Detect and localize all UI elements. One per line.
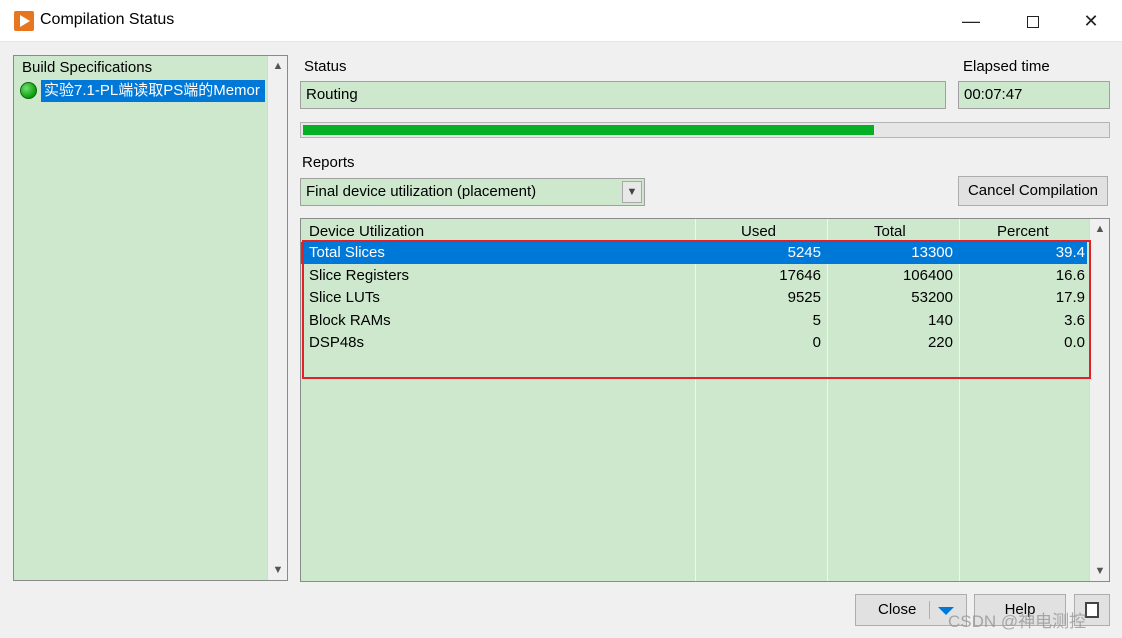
scroll-up-arrow-icon[interactable]: ▲	[268, 56, 288, 76]
reports-selected-value: Final device utilization (placement)	[306, 183, 537, 200]
watermark: CSDN @神电测控	[948, 612, 1087, 631]
reports-select[interactable]: Final device utilization (placement) ▼	[300, 178, 645, 206]
status-label: Status	[304, 58, 347, 75]
title-bar: Compilation Status — ✕	[0, 0, 1122, 42]
button-separator	[929, 601, 930, 619]
status-led-icon	[20, 82, 37, 99]
close-button-label: Close	[878, 601, 917, 618]
labview-app-icon	[14, 11, 34, 31]
header-total: Total	[874, 223, 906, 240]
header-percent: Percent	[997, 223, 1049, 240]
scroll-down-arrow-icon[interactable]: ▼	[1090, 561, 1110, 581]
highlight-annotation-box	[302, 240, 1091, 379]
elapsed-time-field: 00:07:47	[958, 81, 1110, 109]
header-used: Used	[741, 223, 777, 240]
status-field: Routing	[300, 81, 946, 109]
build-specifications-list[interactable]: Build Specifications 实验7.1-PL端读取PS端的Memo…	[13, 55, 288, 581]
scroll-down-arrow-icon[interactable]: ▼	[268, 560, 288, 580]
chevron-down-icon[interactable]: ▼	[622, 181, 642, 203]
build-specifications-header: Build Specifications	[22, 59, 153, 76]
close-window-button[interactable]: ✕	[1068, 0, 1114, 42]
progress-fill	[303, 125, 874, 135]
scroll-up-arrow-icon[interactable]: ▲	[1090, 219, 1110, 239]
table-header: Device Utilization Used Total Percent	[301, 219, 1087, 241]
elapsed-time-label: Elapsed time	[963, 58, 1050, 75]
maximize-button[interactable]	[1010, 0, 1056, 42]
cancel-compilation-button[interactable]: Cancel Compilation	[958, 176, 1108, 206]
compilation-progress-bar	[300, 122, 1110, 138]
spec-scrollbar[interactable]: ▲ ▼	[267, 56, 287, 580]
build-spec-label: 实验7.1-PL端读取PS端的Memor	[41, 80, 265, 102]
window-client: Build Specifications 实验7.1-PL端读取PS端的Memo…	[0, 42, 1122, 638]
minimize-button[interactable]: —	[948, 0, 994, 42]
header-device-utilization: Device Utilization	[309, 223, 425, 240]
printer-icon	[1085, 602, 1099, 618]
build-spec-item[interactable]: 实验7.1-PL端读取PS端的Memor	[18, 80, 268, 102]
table-scrollbar[interactable]: ▲ ▼	[1089, 219, 1109, 581]
window-title: Compilation Status	[40, 11, 175, 28]
reports-label: Reports	[302, 154, 355, 171]
maximize-icon	[1027, 16, 1039, 29]
